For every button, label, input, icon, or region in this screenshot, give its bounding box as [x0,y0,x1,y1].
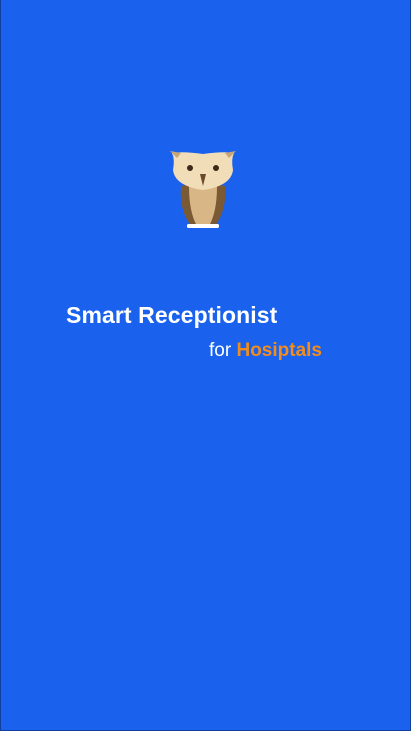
owl-icon [170,151,236,228]
subtitle-prefix: for [209,340,232,361]
splash-screen: Smart Receptionist for Hosiptals [0,0,411,731]
subtitle-highlight: Hosiptals [236,340,322,361]
app-subtitle: for Hosiptals [209,340,322,362]
app-title: Smart Receptionist [66,302,278,328]
